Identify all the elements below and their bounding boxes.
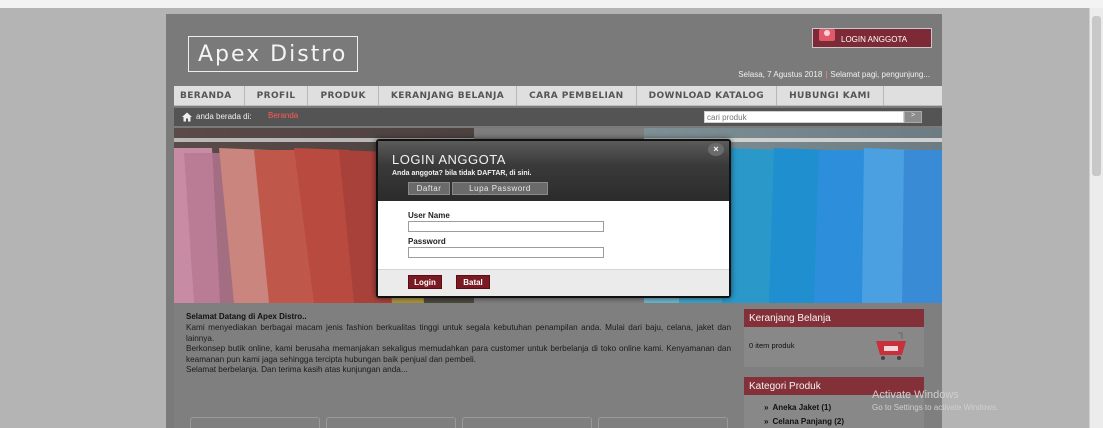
main-nav: BERANDA PROFIL PRODUK KERANJANG BELANJA … (174, 86, 942, 106)
cancel-button[interactable]: Batal (456, 275, 490, 289)
password-label: Password (408, 237, 446, 246)
arrow-right-icon: » (764, 417, 769, 426)
password-field[interactable] (408, 247, 604, 258)
breadcrumb-current[interactable]: Beranda (268, 111, 298, 120)
nav-keranjang-belanja[interactable]: KERANJANG BELANJA (379, 86, 518, 106)
welcome-title: Selamat Datang di Apex Distro.. (186, 312, 307, 321)
welcome-text: Kami menyediakan berbagai macam jenis fa… (186, 323, 731, 376)
nav-hubungi-kami[interactable]: HUBUNGI KAMI (777, 86, 884, 106)
login-modal: LOGIN ANGGOTA Anda anggota? bila tidak D… (376, 139, 731, 298)
site-header: Apex Distro LOGIN ANGGOTA Selasa, 7 Agus… (166, 14, 942, 86)
search-button[interactable]: > (904, 111, 922, 123)
welcome-paragraph-1: Kami menyediakan berbagai macam jenis fa… (186, 323, 731, 343)
welcome-paragraph-2: Berkonsep butik online, kami berusaha me… (186, 344, 731, 364)
lupa-password-button[interactable]: Lupa Password (452, 182, 548, 195)
login-anggota-button[interactable]: LOGIN ANGGOTA (812, 28, 932, 48)
modal-header: LOGIN ANGGOTA Anda anggota? bila tidak D… (378, 141, 729, 201)
greeting-text: Selamat pagi, pengunjung... (830, 70, 930, 79)
product-tile[interactable] (326, 417, 456, 428)
login-button[interactable]: Login (408, 275, 442, 289)
cart-panel: Keranjang Belanja 0 item produk (744, 309, 924, 367)
modal-title: LOGIN ANGGOTA (392, 152, 506, 167)
welcome-paragraph-3: Selamat berbelanja. Dan terima kasih ata… (186, 365, 408, 375)
category-label: Celana Panjang (2) (772, 417, 845, 426)
date-text: Selasa, 7 Agustus 2018 (738, 70, 823, 79)
product-tile[interactable] (190, 417, 320, 428)
daftar-button[interactable]: Daftar (408, 182, 450, 195)
browser-top-strip (0, 0, 1103, 8)
nav-cara-pembelian[interactable]: CARA PEMBELIAN (517, 86, 637, 106)
home-icon (182, 112, 192, 122)
activate-windows-title: Activate Windows (872, 389, 959, 401)
cart-body: 0 item produk (744, 327, 924, 367)
product-tile[interactable] (462, 417, 592, 428)
cart-title: Keranjang Belanja (744, 309, 924, 327)
nav-produk[interactable]: PRODUK (308, 86, 379, 106)
cart-icon[interactable] (872, 331, 912, 361)
site-logo[interactable]: Apex Distro (188, 36, 358, 72)
nav-beranda[interactable]: BERANDA (174, 86, 245, 106)
cart-item-count[interactable]: 0 item produk (749, 341, 794, 350)
login-icon (819, 29, 835, 41)
breadcrumb-label: anda berada di: (196, 112, 252, 121)
nav-download-katalog[interactable]: DOWNLOAD KATALOG (637, 86, 778, 106)
scrollbar-thumb[interactable] (1092, 16, 1101, 176)
category-item[interactable]: » Celana Panjang (2) (744, 417, 924, 428)
username-field[interactable] (408, 221, 604, 232)
main-content: Selamat Datang di Apex Distro.. Kami men… (174, 303, 942, 428)
category-label: Aneka Jaket (1) (772, 403, 832, 412)
date-greeting: Selasa, 7 Agustus 2018 | Selamat pagi, pen… (738, 70, 930, 79)
arrow-right-icon: » (764, 403, 769, 412)
login-anggota-label: LOGIN ANGGOTA (841, 35, 908, 44)
breadcrumb-bar: anda berada di: Beranda > (174, 108, 942, 126)
page-scrollbar[interactable] (1089, 8, 1103, 428)
modal-subtitle: Anda anggota? bila tidak DAFTAR, di sini… (392, 170, 532, 177)
username-label: User Name (408, 211, 450, 220)
modal-footer: Login Batal (378, 269, 729, 296)
product-tile[interactable] (598, 417, 728, 428)
search-input[interactable] (704, 111, 904, 123)
activate-windows-subtitle: Go to Settings to activate Windows. (872, 403, 999, 412)
nav-profil[interactable]: PROFIL (245, 86, 309, 106)
close-icon[interactable]: × (708, 143, 724, 156)
